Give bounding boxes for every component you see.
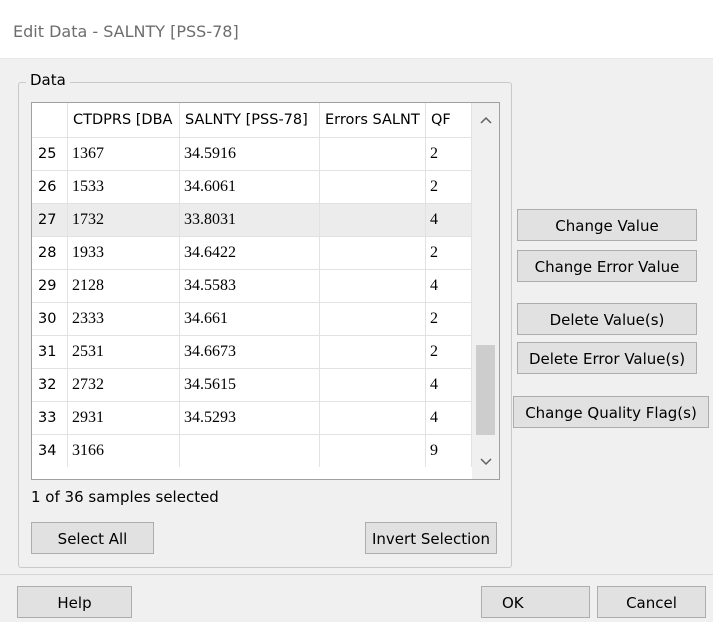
cell-salnty[interactable]: 34.5916 [180, 138, 320, 170]
cell-ctdprs[interactable]: 1732 [68, 204, 180, 236]
row-number[interactable]: 27 [32, 204, 68, 236]
ok-button[interactable]: OK [481, 586, 590, 618]
cell-ctdprs[interactable]: 2931 [68, 402, 180, 434]
cell-errors[interactable] [320, 270, 426, 302]
table-row[interactable]: 33 2931 34.5293 4 [32, 401, 472, 434]
cell-salnty[interactable]: 34.661 [180, 303, 320, 335]
cell-salnty[interactable]: 34.5293 [180, 402, 320, 434]
delete-error-values-button[interactable]: Delete Error Value(s) [517, 342, 697, 374]
cell-qf[interactable]: 2 [426, 171, 472, 203]
data-table[interactable]: CTDPRS [DBA SALNTY [PSS-78] Errors SALNT… [31, 102, 500, 480]
delete-values-button[interactable]: Delete Value(s) [517, 303, 697, 335]
row-number[interactable]: 25 [32, 138, 68, 170]
cell-errors[interactable] [320, 336, 426, 368]
table-row[interactable]: 34 3166 9 [32, 434, 472, 467]
table-header: CTDPRS [DBA SALNTY [PSS-78] Errors SALNT… [32, 103, 472, 137]
row-number[interactable]: 29 [32, 270, 68, 302]
cell-qf[interactable]: 4 [426, 402, 472, 434]
table-row[interactable]: 30 2333 34.661 2 [32, 302, 472, 335]
chevron-up-icon[interactable] [472, 105, 499, 135]
row-number[interactable]: 33 [32, 402, 68, 434]
cell-salnty[interactable]: 34.6422 [180, 237, 320, 269]
cell-errors[interactable] [320, 237, 426, 269]
title-bar: Edit Data - SALNTY [PSS-78] [0, 6, 713, 59]
cell-salnty[interactable]: 34.6673 [180, 336, 320, 368]
cell-errors[interactable] [320, 402, 426, 434]
change-error-value-button[interactable]: Change Error Value [517, 250, 697, 282]
cell-salnty[interactable] [180, 435, 320, 467]
cell-ctdprs[interactable]: 1533 [68, 171, 180, 203]
header-qf[interactable]: QF [426, 103, 472, 137]
cell-salnty[interactable]: 34.5583 [180, 270, 320, 302]
cell-qf[interactable]: 4 [426, 369, 472, 401]
cell-ctdprs[interactable]: 2128 [68, 270, 180, 302]
row-number[interactable]: 32 [32, 369, 68, 401]
row-number[interactable]: 34 [32, 435, 68, 467]
header-rownum [32, 103, 68, 137]
cancel-button[interactable]: Cancel [597, 586, 706, 618]
table-row[interactable]: 31 2531 34.6673 2 [32, 335, 472, 368]
select-all-button[interactable]: Select All [31, 522, 154, 554]
table-row[interactable]: 26 1533 34.6061 2 [32, 170, 472, 203]
help-button[interactable]: Help [17, 586, 132, 618]
row-number[interactable]: 31 [32, 336, 68, 368]
change-quality-flags-button[interactable]: Change Quality Flag(s) [513, 396, 709, 428]
cell-salnty[interactable]: 33.8031 [180, 204, 320, 236]
cell-errors[interactable] [320, 204, 426, 236]
header-ctdprs[interactable]: CTDPRS [DBA [68, 103, 180, 137]
cell-errors[interactable] [320, 138, 426, 170]
cell-salnty[interactable]: 34.5615 [180, 369, 320, 401]
data-group-label: Data [26, 71, 70, 89]
cell-salnty[interactable]: 34.6061 [180, 171, 320, 203]
cell-qf[interactable]: 2 [426, 237, 472, 269]
table-row[interactable]: 32 2732 34.5615 4 [32, 368, 472, 401]
cell-errors[interactable] [320, 171, 426, 203]
table-row[interactable]: 28 1933 34.6422 2 [32, 236, 472, 269]
table-row[interactable]: 27 1732 33.8031 4 [32, 203, 472, 236]
cell-qf[interactable]: 4 [426, 270, 472, 302]
cell-qf[interactable]: 2 [426, 138, 472, 170]
change-value-button[interactable]: Change Value [517, 209, 697, 241]
cell-qf[interactable]: 4 [426, 204, 472, 236]
selection-status: 1 of 36 samples selected [31, 488, 219, 506]
table-row[interactable]: 29 2128 34.5583 4 [32, 269, 472, 302]
cell-ctdprs[interactable]: 3166 [68, 435, 180, 467]
cell-qf[interactable]: 2 [426, 336, 472, 368]
cell-ctdprs[interactable]: 1933 [68, 237, 180, 269]
row-number[interactable]: 30 [32, 303, 68, 335]
cell-errors[interactable] [320, 303, 426, 335]
cell-ctdprs[interactable]: 2732 [68, 369, 180, 401]
cell-ctdprs[interactable]: 1367 [68, 138, 180, 170]
header-errors[interactable]: Errors SALNT [320, 103, 426, 137]
cell-ctdprs[interactable]: 2333 [68, 303, 180, 335]
cell-qf[interactable]: 9 [426, 435, 472, 467]
window-title: Edit Data - SALNTY [PSS-78] [13, 22, 239, 41]
cell-errors[interactable] [320, 435, 426, 467]
vertical-scrollbar[interactable] [472, 103, 499, 479]
invert-selection-button[interactable]: Invert Selection [365, 522, 497, 554]
row-number[interactable]: 28 [32, 237, 68, 269]
row-number[interactable]: 26 [32, 171, 68, 203]
table-row[interactable]: 25 1367 34.5916 2 [32, 137, 472, 170]
header-salnty[interactable]: SALNTY [PSS-78] [180, 103, 320, 137]
cell-ctdprs[interactable]: 2531 [68, 336, 180, 368]
scrollbar-thumb[interactable] [476, 345, 495, 435]
cell-errors[interactable] [320, 369, 426, 401]
chevron-down-icon[interactable] [472, 447, 499, 477]
cell-qf[interactable]: 2 [426, 303, 472, 335]
